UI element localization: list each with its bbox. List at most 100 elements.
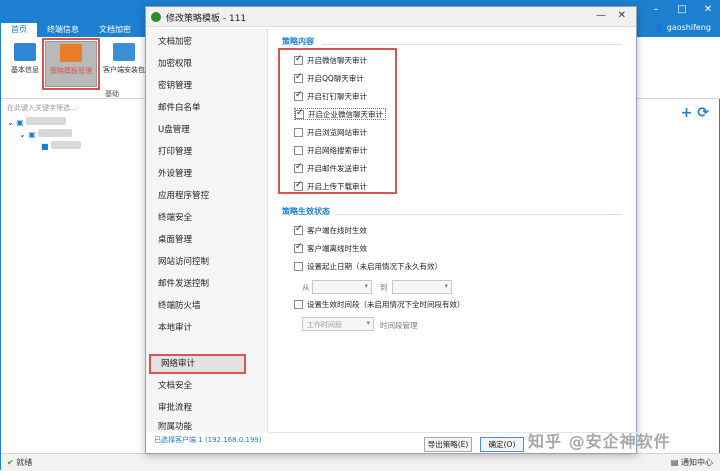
nav-item-desktop-management[interactable]: 桌面管理: [146, 230, 268, 250]
nav-item-usb-management[interactable]: U盘管理: [146, 120, 268, 140]
tree-child[interactable]: ⌄ ▣: [19, 129, 73, 139]
edit-policy-dialog: 修改策略模板 - 111 — ✕ 文档加密 加密权限 密钥管理 邮件白名单 U盘…: [145, 6, 638, 454]
checkbox[interactable]: [294, 299, 303, 309]
nav-item-peripheral-management[interactable]: 外设管理: [146, 164, 268, 184]
to-label: 到: [380, 283, 388, 292]
effect-offline[interactable]: 客户端离线时生效: [294, 242, 367, 254]
nav-item-network-audit[interactable]: 网络审计: [149, 354, 246, 374]
tab-terminal-info[interactable]: 终端信息: [37, 23, 89, 37]
nav-item-accessory[interactable]: 附属功能: [146, 420, 268, 432]
policy-mail-audit[interactable]: 开启邮件发送审计: [294, 162, 367, 174]
checkbox-label: 开启企业微信聊天审计: [308, 109, 383, 119]
checkbox[interactable]: [294, 90, 303, 101]
checkbox[interactable]: [294, 127, 303, 137]
section-policy-content: 策略内容: [282, 37, 314, 46]
computer-icon: ■: [41, 142, 49, 151]
end-date-picker[interactable]: ▾: [392, 280, 452, 294]
nav-item-terminal-security[interactable]: 终端安全: [146, 208, 268, 228]
nav-item-encryption-permission[interactable]: 加密权限: [146, 54, 268, 74]
time-period-management-link[interactable]: 时间段管理: [380, 320, 418, 331]
dialog-nav: 文档加密 加密权限 密钥管理 邮件白名单 U盘管理 打印管理 外设管理 应用程序…: [146, 28, 268, 432]
checkbox[interactable]: [294, 261, 303, 271]
status-text: 就绪: [16, 458, 33, 467]
group-icon: ▣: [16, 118, 24, 127]
checkbox-label: 开启邮件发送审计: [307, 163, 367, 173]
minimize-icon[interactable]: —: [596, 10, 606, 21]
add-icon[interactable]: +: [681, 105, 693, 121]
policy-wechat-audit[interactable]: 开启微信聊天审计: [294, 54, 367, 66]
user-menu[interactable]: 👤 gaoshifeng: [654, 23, 711, 32]
start-date-picker[interactable]: ▾: [312, 280, 372, 294]
nav-item-key-management[interactable]: 密钥管理: [146, 76, 268, 96]
checkbox[interactable]: [295, 108, 304, 119]
nav-item-app-control[interactable]: 应用程序管控: [146, 186, 268, 206]
effect-online[interactable]: 客户端在线时生效: [294, 224, 367, 236]
checkbox[interactable]: [294, 180, 303, 191]
checkbox[interactable]: [294, 162, 303, 173]
notification-icon: ▤: [670, 458, 679, 467]
checkbox[interactable]: [294, 145, 303, 155]
basic-info-button[interactable]: 基本信息: [5, 41, 45, 87]
nav-item-local-audit[interactable]: 本地审计: [146, 318, 268, 338]
close-icon[interactable]: ✕: [695, 1, 720, 21]
checkbox-label: 开启浏览网站审计: [307, 127, 367, 137]
nav-item-doc-security[interactable]: 文档安全: [146, 376, 268, 396]
nav-item-terminal-firewall[interactable]: 终端防火墙: [146, 296, 268, 316]
minimize-icon[interactable]: –: [643, 1, 669, 21]
from-label: 从: [302, 283, 310, 292]
notification-center[interactable]: ▤ 通知中心: [671, 457, 713, 468]
policy-browse-audit[interactable]: 开启浏览网站审计: [294, 126, 367, 138]
policy-upload-download-audit[interactable]: 开启上传下载审计: [294, 180, 367, 192]
tab-doc-encryption[interactable]: 文档加密: [89, 23, 141, 37]
checkbox-label: 设置起止日期（未启用情况下永久有效）: [307, 261, 442, 271]
tree-leaf[interactable]: ■: [41, 141, 82, 151]
checkbox[interactable]: [294, 72, 303, 83]
checkbox[interactable]: [294, 242, 303, 253]
notification-label: 通知中心: [681, 458, 713, 467]
chevron-down-icon[interactable]: ⌄: [19, 130, 26, 139]
checkbox[interactable]: [294, 224, 303, 235]
checkbox-label: 开启钉钉聊天审计: [307, 91, 367, 101]
effect-date-range[interactable]: 设置起止日期（未启用情况下永久有效）: [294, 260, 442, 272]
user-icon: 👤: [654, 23, 665, 32]
time-period-select[interactable]: 工作时间段 ▾: [302, 317, 374, 331]
policy-search-audit[interactable]: 开启网络搜索审计: [294, 144, 367, 156]
watermark: 知乎 @安企神软件: [528, 432, 671, 451]
policy-wecom-audit[interactable]: 开启企业微信聊天审计: [294, 108, 386, 120]
tree-root[interactable]: ⌄ ▣: [7, 117, 67, 127]
nav-item-approval-flow[interactable]: 审批流程: [146, 398, 268, 418]
tree-search-input[interactable]: 在此键入关键字筛选...: [1, 101, 146, 115]
close-icon[interactable]: ✕: [618, 10, 626, 21]
effect-time-period[interactable]: 设置生效时间段（未启用情况下全时间段有效）: [294, 298, 465, 310]
window-controls: – □ ✕: [643, 1, 720, 21]
client-package-button[interactable]: 客户端安装包: [101, 41, 147, 87]
client-package-label: 客户端安装包: [103, 66, 145, 74]
ok-button[interactable]: 确定(O): [480, 437, 524, 452]
tree-node-label: [38, 129, 73, 137]
section-effect-status: 策略生效状态: [282, 207, 330, 216]
chevron-down-icon: ▾: [444, 282, 448, 290]
checkbox-label: 开启QQ聊天审计: [307, 73, 364, 83]
nav-item-doc-encryption[interactable]: 文档加密: [146, 32, 268, 52]
maximize-icon[interactable]: □: [669, 1, 695, 21]
policy-template-button[interactable]: 策略模板管理: [42, 38, 100, 90]
status-left: ✔ 就绪: [7, 457, 32, 468]
template-icon: [60, 44, 82, 62]
chevron-down-icon: ▾: [366, 319, 370, 327]
nav-item-mail-send-control[interactable]: 邮件发送控制: [146, 274, 268, 294]
nav-item-print-management[interactable]: 打印管理: [146, 142, 268, 162]
nav-item-mail-whitelist[interactable]: 邮件白名单: [146, 98, 268, 118]
checkbox[interactable]: [294, 54, 303, 65]
checkbox-label: 开启网络搜索审计: [307, 145, 367, 155]
checkbox-label: 开启微信聊天审计: [307, 55, 367, 65]
export-policy-button[interactable]: 导出策略(E): [424, 437, 472, 452]
tab-home[interactable]: 首页: [1, 23, 37, 37]
nav-item-website-access[interactable]: 网站访问控制: [146, 252, 268, 272]
refresh-icon[interactable]: ⟳: [697, 105, 709, 121]
checkbox-label: 客户端离线时生效: [307, 243, 367, 253]
tree-node-label: [26, 117, 67, 125]
policy-dingtalk-audit[interactable]: 开启钉钉聊天审计: [294, 90, 367, 102]
chevron-down-icon[interactable]: ⌄: [7, 118, 14, 127]
package-icon: [113, 43, 135, 61]
policy-qq-audit[interactable]: 开启QQ聊天审计: [294, 72, 364, 84]
